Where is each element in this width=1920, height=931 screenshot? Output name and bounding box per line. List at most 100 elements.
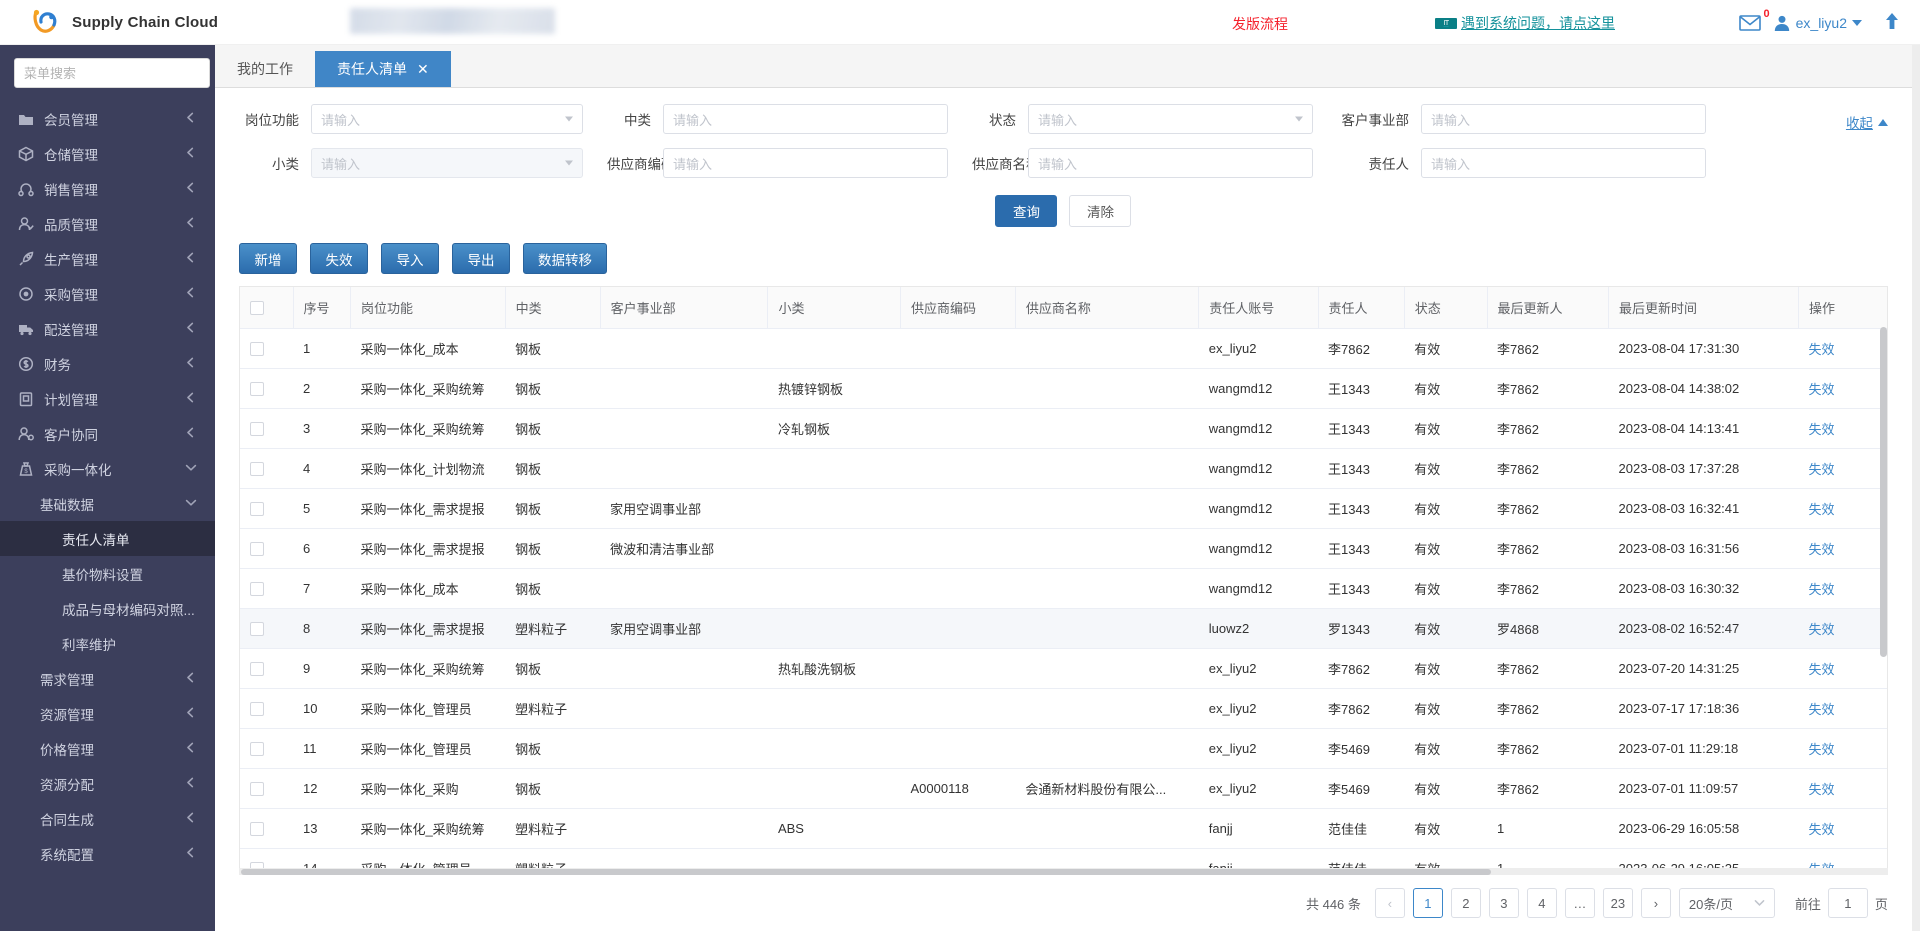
row-checkbox[interactable]: [250, 782, 264, 797]
sidebar-item-3[interactable]: 品质管理: [0, 206, 215, 241]
table-row[interactable]: 9 采购一体化_采购统筹 钢板 热轧酸洗钢板 ex_liyu2 李7862 有效 李7862 2…: [240, 648, 1887, 689]
release-process-link[interactable]: 发版流程: [1232, 14, 1288, 34]
sidebar-item-14[interactable]: 成品与母材编码对照...: [0, 591, 215, 626]
invalidate-link[interactable]: 失效: [1809, 622, 1835, 637]
row-checkbox[interactable]: [250, 662, 264, 677]
next-page-button[interactable]: ›: [1640, 888, 1671, 918]
sidebar-item-15[interactable]: 利率维护: [0, 626, 215, 661]
sidebar-item-11[interactable]: 基础数据: [0, 486, 215, 521]
filter-control-客户事业部[interactable]: 请输入: [1421, 104, 1706, 134]
toolbar-button-3[interactable]: 导出: [452, 243, 510, 274]
row-checkbox[interactable]: [250, 582, 264, 597]
toolbar-button-0[interactable]: 新增: [239, 243, 297, 274]
table-row[interactable]: 10 采购一体化_管理员 塑料粒子 ex_liyu2 李7862 有效 李7862 2023-…: [240, 688, 1887, 729]
table-row[interactable]: 14采购一体化_管理员塑料粒子 fanjj范佳佳有效12023-06-29 16:…: [240, 848, 1887, 868]
invalidate-link[interactable]: 失效: [1809, 502, 1835, 517]
table-row[interactable]: 8 采购一体化_需求提报 塑料粒子 家用空调事业部 luowz2 罗1343 有效 罗4868…: [240, 608, 1887, 649]
upload-arrow-icon[interactable]: [1884, 11, 1900, 34]
sidebar-item-18[interactable]: 价格管理: [0, 731, 215, 766]
table-row[interactable]: 3 采购一体化_采购统筹 钢板 冷轧钢板 wangmd12 王1343 有效 李7862 202…: [240, 408, 1887, 449]
sidebar-item-20[interactable]: 合同生成: [0, 801, 215, 836]
row-checkbox[interactable]: [250, 422, 264, 437]
page-button-1[interactable]: 1: [1412, 888, 1443, 918]
row-checkbox[interactable]: [250, 342, 264, 357]
table-row[interactable]: 1 采购一体化_成本 钢板 ex_liyu2 李7862 有效 李7862 2023-08-0…: [240, 328, 1887, 369]
search-button[interactable]: 查询: [995, 195, 1058, 227]
invalidate-link[interactable]: 失效: [1809, 742, 1835, 757]
menu-search-input[interactable]: [14, 58, 210, 88]
filter-control-小类[interactable]: 请输入: [311, 148, 583, 178]
toolbar-button-2[interactable]: 导入: [381, 243, 439, 274]
sidebar-item-6[interactable]: 配送管理: [0, 311, 215, 346]
invalidate-link[interactable]: 失效: [1809, 662, 1835, 677]
filter-control-中类[interactable]: 请输入: [663, 104, 948, 134]
row-checkbox[interactable]: [250, 462, 264, 477]
row-checkbox[interactable]: [250, 742, 264, 757]
invalidate-link[interactable]: 失效: [1809, 462, 1835, 477]
table-row[interactable]: 2 采购一体化_采购统筹 钢板 热镀锌钢板 wangmd12 王1343 有效 李7862 20…: [240, 368, 1887, 409]
sidebar-item-17[interactable]: 资源管理: [0, 696, 215, 731]
sidebar-item-0[interactable]: 会员管理: [0, 101, 215, 136]
sidebar-item-5[interactable]: 采购管理: [0, 276, 215, 311]
sidebar-item-9[interactable]: 客户协同: [0, 416, 215, 451]
mail-icon[interactable]: 0: [1737, 8, 1770, 36]
clear-button[interactable]: 清除: [1069, 195, 1132, 227]
jump-page-input[interactable]: [1827, 888, 1868, 918]
invalidate-link[interactable]: 失效: [1809, 582, 1835, 597]
sidebar-item-19[interactable]: 资源分配: [0, 766, 215, 801]
sidebar-item-8[interactable]: 计划管理: [0, 381, 215, 416]
toolbar-button-1[interactable]: 失效: [310, 243, 368, 274]
sidebar-item-21[interactable]: 系统配置: [0, 836, 215, 871]
vertical-scrollbar[interactable]: [1879, 327, 1887, 860]
row-checkbox[interactable]: [250, 542, 264, 557]
close-icon[interactable]: ✕: [417, 62, 429, 76]
sidebar-item-7[interactable]: 财务: [0, 346, 215, 381]
page-button-23[interactable]: 23: [1602, 888, 1633, 918]
filter-control-岗位功能[interactable]: 请输入: [311, 104, 583, 134]
table-row[interactable]: 7 采购一体化_成本 钢板 wangmd12 王1343 有效 李7862 2023-08-0…: [240, 568, 1887, 609]
toolbar-button-4[interactable]: 数据转移: [523, 243, 607, 274]
filter-control-供应商名称[interactable]: 请输入: [1028, 148, 1313, 178]
invalidate-link[interactable]: 失效: [1809, 422, 1835, 437]
tab-0[interactable]: 我的工作: [215, 51, 315, 87]
tab-1[interactable]: 责任人清单 ✕: [315, 51, 451, 87]
select-all-checkbox[interactable]: [250, 301, 264, 316]
table-row[interactable]: 11 采购一体化_管理员 钢板 ex_liyu2 李5469 有效 李7862 2023-07…: [240, 728, 1887, 769]
page-button-2[interactable]: 2: [1450, 888, 1481, 918]
horizontal-scrollbar[interactable]: [239, 867, 1888, 875]
filter-control-供应商编码[interactable]: 请输入: [663, 148, 948, 178]
page-button-4[interactable]: 4: [1526, 888, 1557, 918]
system-issue-link[interactable]: IT 遇到系统问题，请点这里: [1435, 13, 1615, 33]
table-row[interactable]: 6 采购一体化_需求提报 钢板 微波和清洁事业部 wangmd12 王1343 有效 李786…: [240, 528, 1887, 569]
page-button-3[interactable]: 3: [1488, 888, 1519, 918]
user-menu[interactable]: ex_liyu2: [1773, 14, 1862, 32]
prev-page-button[interactable]: ‹: [1374, 888, 1405, 918]
sidebar-item-10[interactable]: $ 采购一体化: [0, 451, 215, 486]
sidebar-item-4[interactable]: 生产管理: [0, 241, 215, 276]
invalidate-link[interactable]: 失效: [1809, 542, 1835, 557]
page-size-select[interactable]: 20条/页: [1678, 888, 1775, 918]
row-checkbox[interactable]: [250, 622, 264, 637]
brand-area[interactable]: Supply Chain Cloud: [0, 9, 300, 35]
table-row[interactable]: 12 采购一体化_采购 钢板 A0000118 会通新材料股份有限公... ex_liyu…: [240, 768, 1887, 809]
page-scrollbar-rail[interactable]: [1911, 45, 1920, 931]
sidebar-item-1[interactable]: 仓储管理: [0, 136, 215, 171]
sidebar-item-2[interactable]: 销售管理: [0, 171, 215, 206]
row-checkbox[interactable]: [250, 702, 264, 717]
table-row[interactable]: 13 采购一体化_采购统筹 塑料粒子 ABS fanjj 范佳佳 有效 1 2023-06-29…: [240, 808, 1887, 849]
page-button-…[interactable]: …: [1564, 888, 1595, 918]
invalidate-link[interactable]: 失效: [1809, 782, 1835, 797]
row-checkbox[interactable]: [250, 502, 264, 517]
invalidate-link[interactable]: 失效: [1809, 822, 1835, 837]
sidebar-item-16[interactable]: 需求管理: [0, 661, 215, 696]
sidebar-item-13[interactable]: 基价物料设置: [0, 556, 215, 591]
sidebar-item-12[interactable]: 责任人清单: [0, 521, 215, 556]
row-checkbox[interactable]: [250, 822, 264, 837]
table-row[interactable]: 5 采购一体化_需求提报 钢板 家用空调事业部 wangmd12 王1343 有效 李7862…: [240, 488, 1887, 529]
table-row[interactable]: 4 采购一体化_计划物流 钢板 wangmd12 王1343 有效 李7862 2023-08…: [240, 448, 1887, 489]
invalidate-link[interactable]: 失效: [1809, 702, 1835, 717]
collapse-filters-toggle[interactable]: 收起: [1846, 112, 1888, 132]
filter-control-责任人[interactable]: 请输入: [1421, 148, 1706, 178]
invalidate-link[interactable]: 失效: [1809, 382, 1835, 397]
invalidate-link[interactable]: 失效: [1809, 342, 1835, 357]
